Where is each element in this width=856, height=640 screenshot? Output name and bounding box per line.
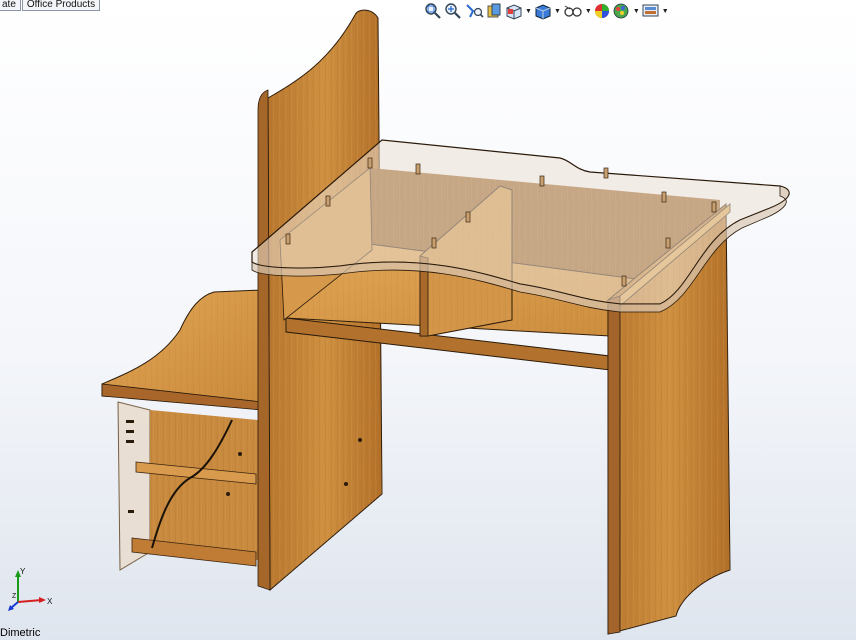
edit-appearance-icon bbox=[594, 4, 609, 18]
tab-previous[interactable]: ate bbox=[0, 0, 21, 11]
display-style-button[interactable]: ▼ bbox=[533, 2, 561, 20]
edit-appearance-button[interactable] bbox=[593, 2, 611, 20]
desk-right-leg-edge bbox=[607, 295, 621, 635]
tab-strip: ate Office Products bbox=[0, 0, 101, 11]
view-orientation-button[interactable]: ▼ bbox=[504, 2, 532, 20]
section-view-icon bbox=[487, 3, 501, 18]
apply-scene-dropdown-icon[interactable]: ▼ bbox=[633, 8, 640, 15]
hide-show-items-button[interactable]: ▼ bbox=[562, 2, 592, 20]
divider-panel-edge bbox=[257, 89, 271, 591]
view-settings-button[interactable]: ▼ bbox=[641, 2, 669, 20]
view-orientation-label: Dimetric bbox=[0, 627, 41, 639]
previous-view-icon bbox=[466, 4, 484, 18]
reference-triad: Y X Z bbox=[8, 567, 53, 611]
hide-show-items-dropdown-icon[interactable]: ▼ bbox=[585, 8, 592, 15]
hide-show-items-icon bbox=[564, 5, 582, 17]
display-style-icon bbox=[535, 4, 551, 20]
zoom-to-area-button[interactable] bbox=[443, 2, 463, 20]
apply-scene-icon bbox=[613, 3, 629, 19]
triad-x-label: X bbox=[47, 597, 53, 606]
zoom-to-fit-icon bbox=[425, 3, 441, 19]
apply-scene-button[interactable]: ▼ bbox=[612, 2, 640, 20]
model-graphics-area[interactable] bbox=[0, 0, 856, 640]
view-orientation-dropdown-icon[interactable]: ▼ bbox=[525, 8, 532, 15]
view-settings-dropdown-icon[interactable]: ▼ bbox=[662, 8, 669, 15]
display-style-dropdown-icon[interactable]: ▼ bbox=[554, 8, 561, 15]
tab-office-products[interactable]: Office Products bbox=[21, 0, 101, 11]
zoom-to-fit-button[interactable] bbox=[424, 2, 442, 20]
triad-z-label: Z bbox=[12, 593, 17, 600]
heads-up-view-toolbar: ▼ ▼ ▼ ▼ ▼ bbox=[424, 1, 669, 21]
previous-view-button[interactable] bbox=[464, 2, 484, 20]
section-view-button[interactable] bbox=[485, 2, 503, 20]
zoom-to-area-icon bbox=[445, 3, 461, 19]
bench-unit[interactable] bbox=[101, 289, 263, 571]
view-orientation-icon bbox=[506, 4, 522, 20]
triad-y-label: Y bbox=[20, 567, 26, 576]
view-settings-icon bbox=[642, 4, 659, 17]
